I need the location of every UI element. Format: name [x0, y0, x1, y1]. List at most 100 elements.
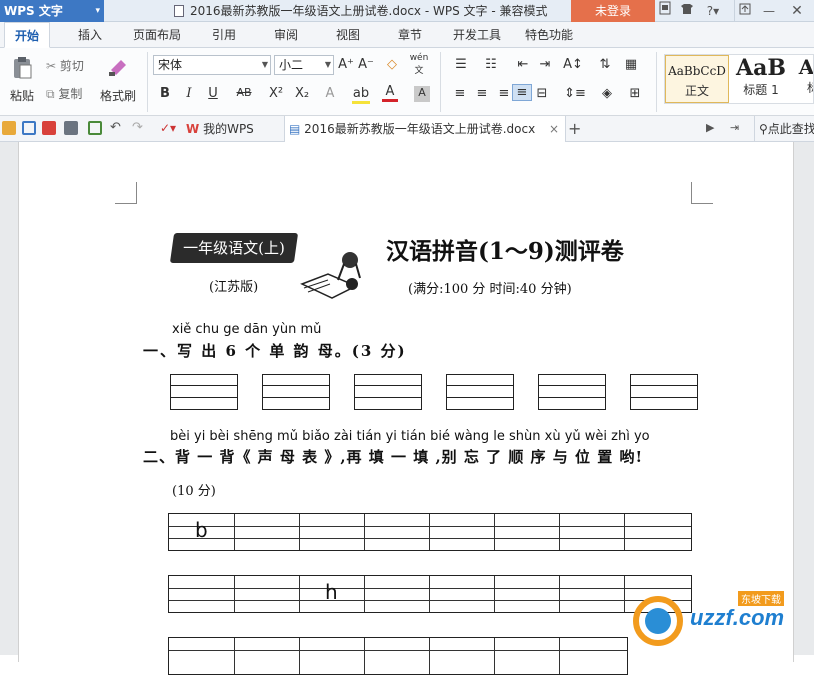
- font-name-select[interactable]: 宋体 ▼: [153, 55, 271, 75]
- borders-icon[interactable]: ⊞: [624, 86, 646, 101]
- undo-icon[interactable]: ↶: [110, 121, 124, 135]
- format-painter-button[interactable]: 格式刷: [96, 56, 140, 104]
- doc-nav-icon[interactable]: ▶: [706, 121, 720, 135]
- watermark-brand: uzzf.com: [690, 605, 785, 630]
- four-line-box[interactable]: [446, 374, 514, 410]
- close-icon[interactable]: ✕: [782, 0, 812, 22]
- search-box[interactable]: ⚲点此查找: [754, 116, 814, 142]
- question-2: 二、背 一 背《 声 母 表 》,再 填 一 填 ,别 忘 了 顺 序 与 位 …: [143, 448, 644, 466]
- tshirt-icon[interactable]: [677, 0, 697, 22]
- four-line-box[interactable]: [538, 374, 606, 410]
- font-size-select[interactable]: 小二 ▼: [274, 55, 334, 75]
- styles-gallery: AaBbCcD 正文 AaB 标题 1 Aa 标: [664, 54, 814, 104]
- char-shading-icon[interactable]: A: [414, 86, 430, 102]
- chevron-down-icon: ▼: [324, 60, 331, 69]
- grid-letter: h: [325, 580, 338, 604]
- text-effect-icon[interactable]: A: [322, 86, 338, 101]
- login-button[interactable]: 未登录: [571, 0, 655, 22]
- pdf-export-icon[interactable]: [42, 121, 56, 135]
- tab-special[interactable]: 特色功能: [520, 22, 578, 48]
- tab-my-wps[interactable]: W 我的WPS: [186, 116, 282, 142]
- clear-format-icon[interactable]: ◇: [384, 57, 400, 72]
- paste-icon: [14, 57, 32, 79]
- style-normal[interactable]: AaBbCcD 正文: [665, 55, 729, 103]
- align-right-icon[interactable]: ≡: [496, 86, 512, 101]
- margin-corner-mark: [115, 182, 137, 204]
- tab-developer[interactable]: 开发工具: [448, 22, 506, 48]
- save-icon[interactable]: [22, 121, 36, 135]
- highlight-button[interactable]: ab: [352, 86, 370, 104]
- increase-indent-icon[interactable]: ⇥: [534, 57, 556, 72]
- restore-icon[interactable]: [734, 0, 754, 22]
- app-menu-button[interactable]: WPS 文字 ▾: [0, 0, 104, 22]
- print-icon[interactable]: [64, 121, 78, 135]
- alphabet-grid-row[interactable]: h: [168, 575, 692, 613]
- text-direction-icon[interactable]: A↕: [562, 57, 584, 72]
- grid-letter: b: [195, 518, 208, 542]
- italic-button[interactable]: I: [181, 86, 197, 101]
- paper-title: 汉语拼音(1～9)测评卷: [386, 238, 624, 265]
- alphabet-grid-row[interactable]: [168, 637, 628, 675]
- line-spacing-icon[interactable]: ⇕≡: [564, 86, 586, 101]
- four-line-box[interactable]: [630, 374, 698, 410]
- watermark-tag: 东坡下载: [738, 591, 784, 606]
- tab-review[interactable]: 审阅: [266, 22, 306, 48]
- tab-insert[interactable]: 插入: [70, 22, 110, 48]
- grow-font-icon[interactable]: A⁺: [338, 57, 354, 72]
- distributed-icon[interactable]: ⊟: [534, 86, 550, 101]
- tab-view[interactable]: 视图: [328, 22, 368, 48]
- bold-button[interactable]: B: [157, 86, 173, 101]
- close-tab-icon[interactable]: ×: [549, 122, 559, 136]
- new-tab-button[interactable]: +: [568, 116, 582, 142]
- sort-icon[interactable]: ⇅: [596, 57, 614, 72]
- strikethrough-button[interactable]: AB: [233, 86, 255, 99]
- numbered-list-icon[interactable]: ☷: [480, 57, 502, 72]
- tab-section[interactable]: 章节: [390, 22, 430, 48]
- tab-page-layout[interactable]: 页面布局: [128, 22, 186, 48]
- minimize-icon[interactable]: —: [758, 0, 780, 22]
- justify-icon[interactable]: ≡: [512, 84, 532, 101]
- q1-pinyin: xiě chu ge dān yùn mǔ: [172, 322, 322, 337]
- q2-points: (10 分): [172, 484, 216, 499]
- shading-icon[interactable]: ◈: [596, 86, 618, 101]
- scissors-icon: ✂: [46, 59, 57, 73]
- style-heading-1[interactable]: AaB 标题 1: [731, 55, 791, 103]
- redo-icon[interactable]: ↷: [132, 121, 146, 135]
- tab-references[interactable]: 引用: [204, 22, 244, 48]
- quick-access-bar: ↶ ↷ ✓▾ W 我的WPS ▤ 2016最新苏教版一年级语文上册试卷.docx…: [0, 116, 814, 142]
- decrease-indent-icon[interactable]: ⇤: [512, 57, 534, 72]
- table-grid-icon[interactable]: ▦: [622, 57, 640, 72]
- help-icon[interactable]: ?▾: [701, 0, 725, 22]
- shrink-font-icon[interactable]: A⁻: [358, 57, 374, 72]
- align-center-icon[interactable]: ≡: [474, 86, 490, 101]
- tab-home[interactable]: 开始: [4, 22, 50, 48]
- title-bar: WPS 文字 ▾ 2016最新苏教版一年级语文上册试卷.docx - WPS 文…: [0, 0, 814, 22]
- alphabet-grid-row[interactable]: b: [168, 513, 692, 551]
- subscript-button[interactable]: X₂: [292, 86, 312, 101]
- align-left-icon[interactable]: ≡: [452, 86, 468, 101]
- tab-document[interactable]: ▤ 2016最新苏教版一年级语文上册试卷.docx ×: [284, 116, 566, 142]
- four-line-box[interactable]: [354, 374, 422, 410]
- paste-button[interactable]: 粘贴: [4, 56, 40, 104]
- open-folder-icon[interactable]: [2, 121, 16, 135]
- document-canvas[interactable]: 一年级语文(上) 汉语拼音(1～9)测评卷 (江苏版) (满分:100 分 时间…: [0, 142, 814, 675]
- print-preview-icon[interactable]: [88, 121, 102, 135]
- superscript-button[interactable]: X²: [266, 86, 286, 101]
- customize-icon[interactable]: ✓▾: [160, 121, 176, 135]
- document-icon: [174, 5, 184, 17]
- font-color-button[interactable]: A: [382, 84, 398, 102]
- share-icon[interactable]: ⇥: [730, 121, 744, 135]
- skin-icon[interactable]: [655, 0, 675, 22]
- bullet-list-icon[interactable]: ☰: [450, 57, 472, 72]
- style-heading-2[interactable]: Aa 标: [793, 55, 813, 103]
- copy-button[interactable]: ⧉ 复制: [46, 85, 82, 102]
- four-line-box[interactable]: [262, 374, 330, 410]
- menu-tabs: 开始 插入 页面布局 引用 审阅 视图 章节 开发工具 特色功能: [0, 22, 814, 48]
- underline-button[interactable]: U: [205, 86, 221, 101]
- cut-button[interactable]: ✂ 剪切: [46, 57, 84, 74]
- pinyin-guide-icon[interactable]: wén 文: [408, 53, 430, 76]
- margin-corner-mark: [691, 182, 713, 204]
- q2-pinyin: bèi yi bèi shēng mǔ biǎo zài tián yi tiá…: [170, 429, 650, 444]
- question-1: 一、写 出 6 个 单 韵 母。(3 分): [143, 342, 407, 360]
- four-line-box[interactable]: [170, 374, 238, 410]
